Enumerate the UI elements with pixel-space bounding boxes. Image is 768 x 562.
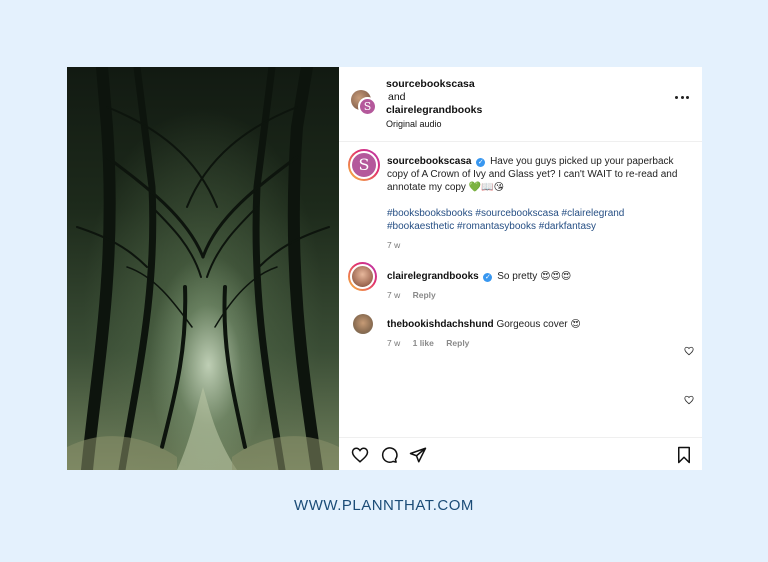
avatar-letter: S (358, 97, 377, 116)
caption: sourcebookscasa ✓ Have you guys picked u… (387, 155, 687, 252)
verified-icon: ✓ (476, 158, 486, 167)
more-options-icon[interactable] (675, 96, 689, 102)
comment-username[interactable]: clairelegrandbooks (387, 271, 479, 282)
comment-text: Gorgeous cover 😍 (496, 319, 581, 330)
post-header: S sourcebookscasa and clairelegrandbooks… (339, 67, 702, 142)
header-and: and (388, 91, 406, 103)
comment-time: 7 w (387, 290, 401, 300)
forest-trees-illustration (67, 67, 339, 470)
comment-icon[interactable] (380, 446, 398, 464)
caption-meta: 7 w (387, 239, 687, 252)
instagram-post-card: S sourcebookscasa and clairelegrandbooks… (67, 67, 702, 470)
comment-like-heart-icon[interactable] (684, 346, 694, 356)
comment-likes[interactable]: 1 like (413, 338, 434, 348)
comment-item: clairelegrandbooks ✓ So pretty 😍😍😍 7 w R… (387, 270, 571, 302)
footer-website-url: WWW.PLANNTHAT.COM (294, 497, 474, 514)
comment-avatar-clairelegrandbooks[interactable] (348, 262, 377, 291)
comments-section: S sourcebookscasa ✓ Have you guys picked… (339, 142, 702, 437)
comment-time: 7 w (387, 338, 401, 348)
caption-hashtags[interactable]: #booksbooksbooks #sourcebookscasa #clair… (387, 207, 687, 233)
comment-item: thebookishdachshund Gorgeous cover 😍 7 w… (387, 318, 581, 350)
caption-avatar[interactable]: S (348, 149, 380, 181)
verified-icon: ✓ (483, 273, 493, 282)
header-text: sourcebookscasa and clairelegrandbooks O… (386, 78, 482, 131)
comment-like-heart-icon[interactable] (684, 395, 694, 405)
post-actions-bar (339, 437, 702, 470)
original-audio-link[interactable]: Original audio (386, 118, 482, 131)
share-icon[interactable] (409, 446, 427, 464)
comment-text: So pretty 😍😍😍 (497, 271, 572, 282)
heart-icon[interactable] (351, 446, 369, 464)
comment-username[interactable]: thebookishdachshund (387, 319, 494, 330)
post-image-forest-path[interactable] (67, 67, 339, 470)
comment-avatar-thebookishdachshund[interactable] (353, 314, 373, 334)
comment-meta: 7 w Reply (387, 289, 571, 302)
caption-avatar-letter: S (350, 151, 378, 179)
header-username-1[interactable]: sourcebookscasa (386, 78, 482, 91)
header-username-2[interactable]: clairelegrandbooks (386, 104, 482, 117)
post-side-panel: S sourcebookscasa and clairelegrandbooks… (339, 67, 702, 470)
caption-username[interactable]: sourcebookscasa (387, 156, 472, 167)
bookmark-icon[interactable] (675, 446, 693, 464)
caption-time: 7 w (387, 240, 401, 250)
comment-meta: 7 w 1 like Reply (387, 337, 581, 350)
reply-button[interactable]: Reply (413, 290, 436, 300)
reply-button[interactable]: Reply (446, 338, 469, 348)
collab-avatars[interactable]: S (351, 90, 377, 116)
